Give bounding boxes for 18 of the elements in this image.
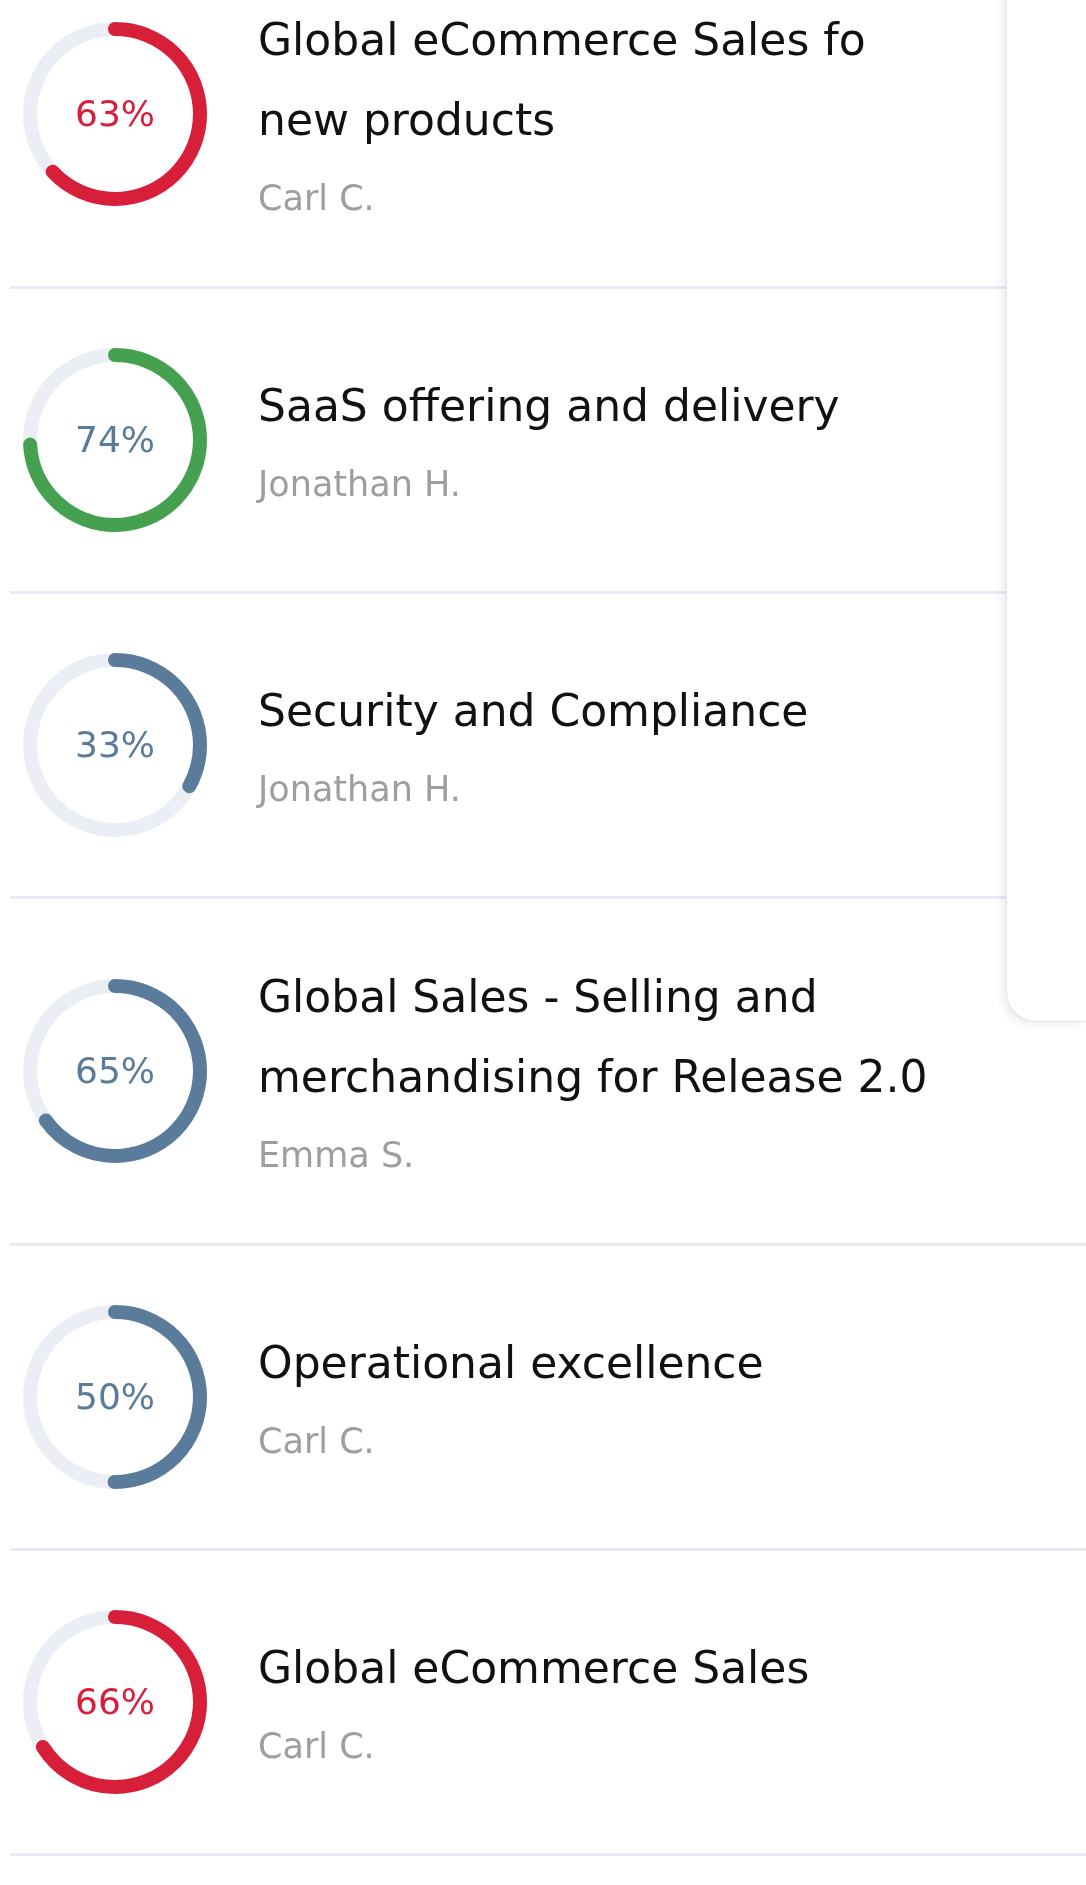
percent-label: 66% [75,1680,155,1724]
percent-label: 63% [75,92,155,136]
percent-label: 74% [75,418,155,462]
owner-name: Jonathan H. [258,768,462,811]
percent-label: 50% [75,1375,155,1419]
owner-name: Carl C. [258,1725,376,1768]
owner-name: Carl C. [258,1420,376,1463]
percent-label: 33% [75,723,155,767]
goal-title[interactable]: Global eCommerce Sales [258,1628,810,1708]
goal-title[interactable]: Global Sales - Selling and merchandising for Release 2.0 [258,957,928,1117]
owner-name: Jonathan H. [258,463,462,506]
owner-name: Carl C. [258,177,376,220]
owner-name: Emma S. [258,1134,416,1177]
goal-title[interactable]: Operational excellence [258,1323,764,1403]
percent-label: 65% [75,1049,155,1093]
goal-title[interactable]: Security and Compliance [258,671,809,751]
goal-title[interactable]: SaaS offering and delivery [258,366,840,446]
goal-title[interactable]: Global eCommerce Sales fo new products [258,0,866,160]
